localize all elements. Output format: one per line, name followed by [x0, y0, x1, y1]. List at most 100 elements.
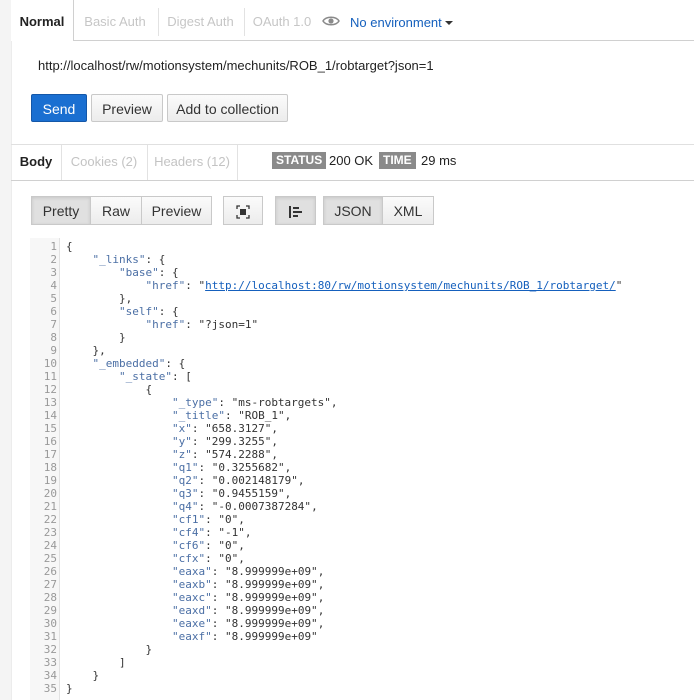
- json-text: [66, 422, 172, 435]
- json-text: [66, 617, 172, 630]
- code-text: "x": "658.3127",: [66, 422, 278, 435]
- url-input[interactable]: http://localhost/rw/motionsystem/mechuni…: [38, 58, 434, 73]
- tab-headers[interactable]: Headers (12): [148, 145, 236, 180]
- code-text: "q4": "-0.0007387284",: [66, 500, 318, 513]
- json-key: "eaxa": [171, 565, 212, 578]
- json-text: [66, 630, 172, 643]
- json-key: "eaxe": [171, 617, 212, 630]
- line-number: 29: [43, 604, 57, 617]
- json-text: [66, 318, 145, 331]
- json-text: [66, 357, 93, 370]
- json-text: :: [205, 552, 219, 565]
- code-text: }: [66, 331, 126, 344]
- json-text: ,: [317, 578, 325, 591]
- line-number: 24: [43, 539, 57, 552]
- json-text: },: [66, 344, 106, 357]
- json-key: "x": [171, 422, 192, 435]
- json-key: "y": [171, 435, 192, 448]
- json-key: "eaxb": [171, 578, 212, 591]
- status-badge: STATUS: [272, 152, 327, 169]
- code-text: "_state": [: [66, 370, 192, 383]
- tab-cookies[interactable]: Cookies (2): [62, 145, 146, 180]
- preview-button[interactable]: Preview: [91, 94, 163, 122]
- code-text: "_embedded": {: [66, 357, 186, 370]
- view-preview-button[interactable]: Preview: [141, 196, 212, 225]
- tab-normal[interactable]: Normal: [11, 0, 74, 41]
- code-text: "base": {: [66, 266, 179, 279]
- json-text: }: [66, 682, 73, 695]
- json-text: [66, 409, 172, 422]
- line-number: 14: [43, 409, 57, 422]
- tab-body[interactable]: Body: [11, 145, 61, 180]
- json-key: "_state": [118, 370, 172, 383]
- code-text: "eaxe": "8.999999e+09",: [66, 617, 324, 630]
- code-text: {: [66, 240, 73, 253]
- json-text: }: [66, 643, 153, 656]
- eye-icon[interactable]: [322, 15, 340, 30]
- line-number: 20: [43, 487, 57, 500]
- add-to-collection-button[interactable]: Add to collection: [167, 94, 288, 122]
- json-text: "658.3127": [205, 422, 272, 435]
- line-number: 34: [43, 669, 57, 682]
- json-text: [66, 370, 119, 383]
- environment-selector[interactable]: No environment: [322, 14, 453, 30]
- line-number: 16: [43, 435, 57, 448]
- json-text: ,: [271, 448, 278, 461]
- json-key: "_embedded": [92, 357, 166, 370]
- pretty-button[interactable]: Pretty: [31, 196, 91, 225]
- json-text: ": [615, 279, 623, 292]
- environment-label[interactable]: No environment: [350, 15, 442, 30]
- json-button[interactable]: JSON: [323, 196, 383, 225]
- json-text: [66, 253, 93, 266]
- code-text: "eaxb": "8.999999e+09",: [66, 578, 324, 591]
- code-text: "_type": "ms-robtargets",: [66, 396, 338, 409]
- xml-button[interactable]: XML: [382, 196, 434, 225]
- json-text: ,: [317, 617, 325, 630]
- json-text: "0": [218, 552, 239, 565]
- json-text: ,: [297, 474, 305, 487]
- line-number: 19: [43, 474, 57, 487]
- json-text: :: [205, 539, 219, 552]
- json-key: "cf6": [171, 539, 206, 552]
- tab-digest-auth[interactable]: Digest Auth: [159, 0, 242, 40]
- json-text: :: [211, 617, 225, 630]
- json-key: "cf4": [171, 526, 206, 539]
- json-text: :: [211, 591, 225, 604]
- json-text: [66, 279, 145, 292]
- code-text: "cf1": "0",: [66, 513, 245, 526]
- fullscreen-button[interactable]: [223, 196, 263, 225]
- url-bar[interactable]: http://localhost/rw/motionsystem/mechuni…: [11, 41, 694, 89]
- href-link[interactable]: http://localhost:80/rw/motionsystem/mech…: [205, 279, 616, 292]
- json-text: : [: [171, 370, 192, 383]
- json-text: :: [205, 513, 219, 526]
- code-text: "_title": "ROB_1",: [66, 409, 291, 422]
- line-number: 13: [43, 396, 57, 409]
- raw-button[interactable]: Raw: [90, 196, 142, 225]
- tab-basic-auth[interactable]: Basic Auth: [74, 0, 156, 40]
- json-text: [66, 305, 119, 318]
- code-text: }: [66, 643, 152, 656]
- json-text: : ": [185, 279, 206, 292]
- json-key: "self": [118, 305, 159, 318]
- json-text: ,: [284, 487, 292, 500]
- code-text: {: [66, 383, 152, 396]
- json-text: [66, 513, 172, 526]
- line-number: 25: [43, 552, 57, 565]
- json-text: : {: [158, 305, 179, 318]
- send-button[interactable]: Send: [31, 94, 87, 122]
- json-text: "-1": [218, 526, 245, 539]
- json-text: [66, 474, 172, 487]
- chevron-down-icon[interactable]: [444, 21, 453, 25]
- json-text: [66, 539, 172, 552]
- tab-oauth[interactable]: OAuth 1.0: [245, 0, 319, 40]
- format-button[interactable]: [275, 196, 316, 225]
- json-text: : {: [165, 357, 186, 370]
- json-text: ]: [66, 656, 126, 669]
- line-number: 35: [43, 682, 57, 695]
- json-key: "href": [145, 318, 186, 331]
- json-text: :: [211, 578, 225, 591]
- json-text: "299.3255": [205, 435, 272, 448]
- response-body-viewer[interactable]: 1{2 "_links": {3 "base": {4 "href": "htt…: [30, 238, 694, 700]
- json-text: "0": [218, 539, 239, 552]
- json-key: "q3": [171, 487, 199, 500]
